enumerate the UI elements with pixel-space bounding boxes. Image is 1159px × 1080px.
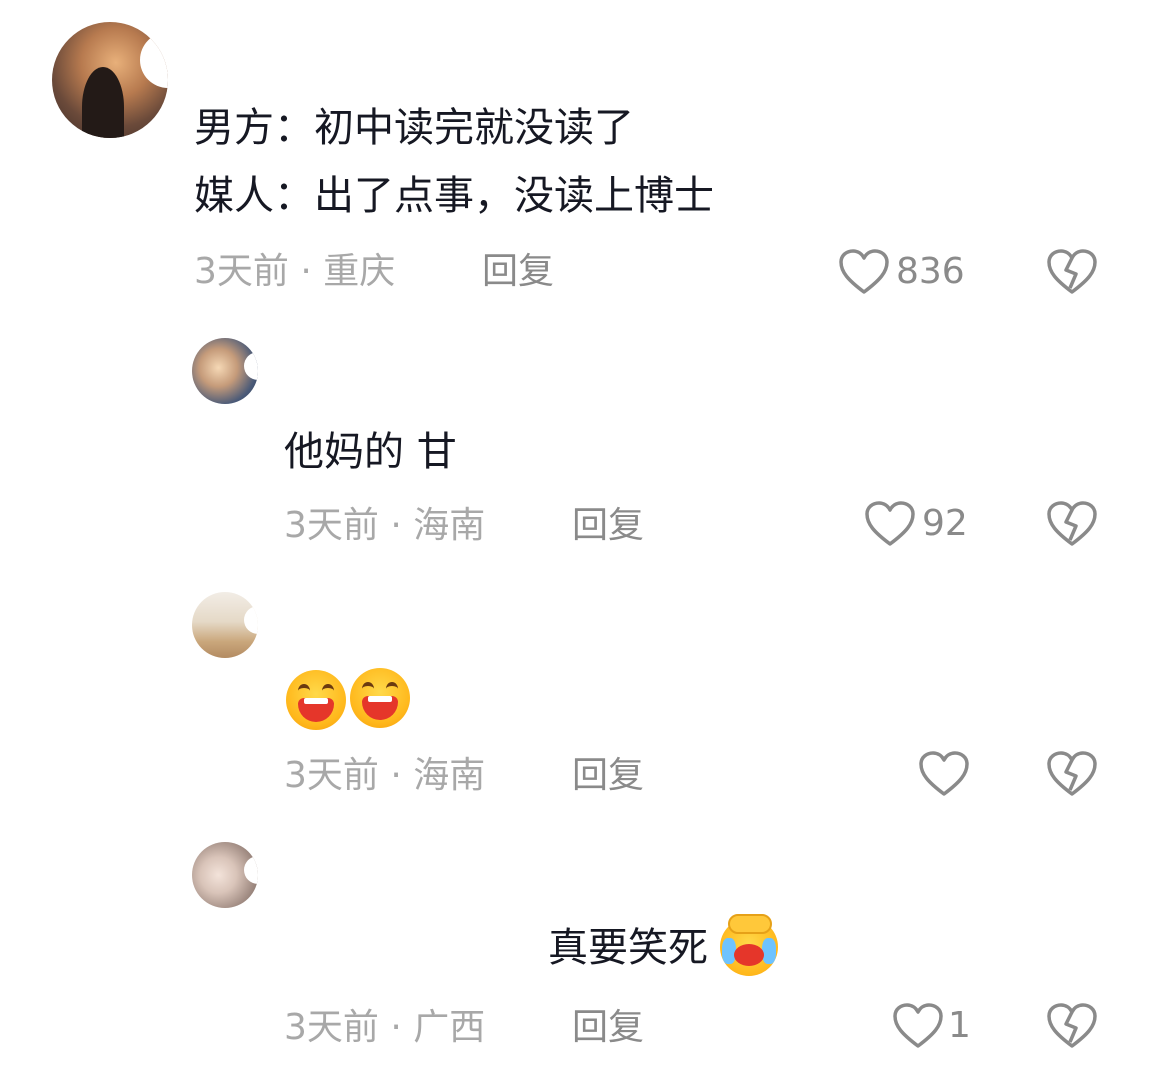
heart-icon xyxy=(865,501,915,546)
dislike-button[interactable] xyxy=(1046,750,1098,802)
comment-meta: 3天前 · 重庆 xyxy=(194,251,396,292)
comment-text: 他妈的 甘 xyxy=(284,429,457,475)
reply-button[interactable]: 回复 xyxy=(572,754,644,798)
avatar[interactable] xyxy=(192,592,258,658)
crying-laughing-emoji xyxy=(720,914,778,976)
comment-meta: 3天前 · 海南 xyxy=(284,505,486,546)
reply-button[interactable]: 回复 xyxy=(482,250,554,294)
like-count: 92 xyxy=(922,503,968,544)
dislike-button[interactable] xyxy=(1046,1002,1098,1054)
comment-meta: 3天前 · 海南 xyxy=(284,755,486,796)
broken-heart-icon xyxy=(1047,249,1097,294)
comment-meta: 3天前 · 广西 xyxy=(284,1007,486,1048)
like-button[interactable]: 92 xyxy=(864,500,968,548)
broken-heart-icon xyxy=(1047,751,1097,796)
heart-icon xyxy=(919,751,969,796)
heart-icon xyxy=(893,1003,943,1048)
comment-text: 真要笑死 xyxy=(548,925,708,971)
comment-text-line: 媒人：出了点事，没读上博士 xyxy=(194,173,714,219)
dislike-button[interactable] xyxy=(1046,500,1098,552)
comment-thread: 男方：初中读完就没读了 媒人：出了点事，没读上博士 3天前 · 重庆 回复 83… xyxy=(0,0,1159,1080)
like-button[interactable]: 1 xyxy=(892,1002,971,1050)
broken-heart-icon xyxy=(1047,1003,1097,1048)
broken-heart-icon xyxy=(1047,501,1097,546)
like-count: 836 xyxy=(896,251,965,292)
like-count: 1 xyxy=(948,1005,971,1046)
avatar[interactable] xyxy=(52,22,168,138)
reply-button[interactable]: 回复 xyxy=(572,504,644,548)
reply-button[interactable]: 回复 xyxy=(572,1006,644,1050)
comment-text-line: 男方：初中读完就没读了 xyxy=(194,105,634,151)
like-button[interactable] xyxy=(918,750,970,798)
laughing-emoji xyxy=(350,668,410,728)
heart-icon xyxy=(839,249,889,294)
avatar[interactable] xyxy=(192,338,258,404)
like-button[interactable]: 836 xyxy=(838,248,965,296)
dislike-button[interactable] xyxy=(1046,248,1098,300)
laughing-emoji xyxy=(286,670,346,730)
avatar[interactable] xyxy=(192,842,258,908)
